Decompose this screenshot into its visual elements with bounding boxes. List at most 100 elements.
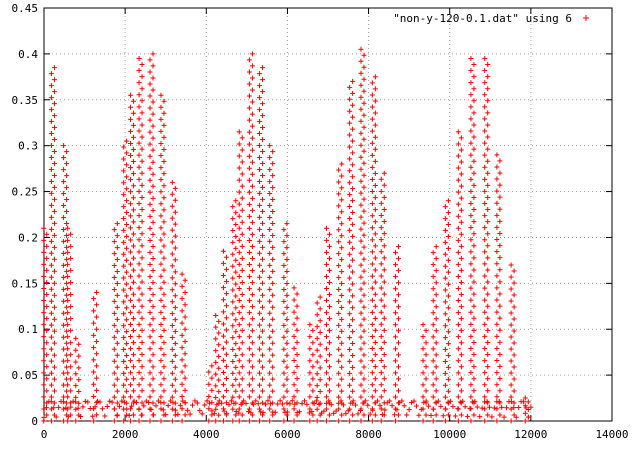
- data-point: [369, 164, 375, 170]
- data-point: [508, 310, 514, 316]
- data-point: [41, 370, 47, 376]
- data-point: [442, 239, 448, 245]
- data-point: [179, 332, 185, 338]
- data-point: [317, 306, 323, 312]
- data-point: [246, 141, 252, 147]
- data-point: [246, 177, 252, 183]
- data-point: [381, 182, 387, 188]
- data-point: [249, 352, 255, 358]
- data-point: [48, 238, 54, 244]
- data-point: [281, 286, 287, 292]
- data-point: [114, 328, 120, 334]
- data-point: [150, 256, 156, 262]
- data-point: [482, 382, 488, 388]
- data-point-peak: [291, 285, 297, 291]
- data-point: [236, 394, 242, 400]
- data-point: [291, 333, 297, 339]
- data-point: [114, 304, 120, 310]
- data-point: [223, 327, 229, 333]
- data-point: [445, 269, 451, 275]
- data-point: [270, 256, 276, 262]
- data-point: [433, 364, 439, 370]
- data-point: [249, 123, 255, 129]
- data-point: [257, 370, 263, 376]
- data-point: [267, 262, 273, 268]
- data-point: [165, 403, 171, 409]
- data-point: [65, 237, 71, 243]
- data-point: [310, 340, 316, 346]
- data-point: [128, 104, 134, 110]
- data-point: [471, 182, 477, 188]
- data-point: [51, 292, 57, 298]
- data-point: [392, 250, 398, 256]
- data-point: [455, 334, 461, 340]
- data-point: [51, 77, 57, 83]
- data-point: [482, 104, 488, 110]
- data-point: [150, 340, 156, 346]
- data-point: [94, 363, 100, 369]
- data-point: [378, 225, 384, 231]
- data-point: [482, 225, 488, 231]
- data-point: [169, 191, 175, 197]
- data-point: [161, 352, 167, 358]
- data-point: [260, 184, 266, 190]
- data-point: [339, 376, 345, 382]
- data-point: [428, 413, 434, 419]
- data-point: [284, 409, 290, 415]
- data-point: [257, 178, 263, 184]
- data-point: [257, 71, 263, 77]
- data-point: [369, 370, 375, 376]
- data-point: [494, 321, 500, 327]
- data-point: [406, 407, 412, 413]
- y-tick-label: 0.15: [12, 277, 39, 290]
- data-point: [111, 263, 117, 269]
- data-point: [433, 376, 439, 382]
- data-point-peak: [468, 55, 474, 61]
- data-point: [445, 257, 451, 263]
- data-point: [48, 214, 54, 220]
- data-point: [508, 274, 514, 280]
- data-point: [347, 287, 353, 293]
- data-point: [382, 407, 388, 413]
- data-point: [233, 341, 239, 347]
- data-point: [358, 346, 364, 352]
- data-point: [260, 113, 266, 119]
- data-point: [213, 371, 219, 377]
- data-point: [220, 309, 226, 315]
- data-point: [272, 409, 278, 415]
- data-point: [64, 185, 70, 191]
- data-point: [51, 196, 57, 202]
- data-point: [158, 309, 164, 315]
- data-point: [61, 203, 67, 209]
- data-point: [246, 153, 252, 159]
- data-point: [310, 352, 316, 358]
- data-point: [297, 409, 303, 415]
- data-point: [378, 358, 384, 364]
- data-point: [91, 369, 97, 375]
- data-point: [369, 358, 375, 364]
- data-point: [482, 80, 488, 86]
- data-point: [104, 404, 110, 410]
- data-point: [485, 243, 491, 249]
- data-point: [249, 183, 255, 189]
- data-point: [404, 412, 410, 418]
- data-point: [161, 134, 167, 140]
- data-point: [347, 370, 353, 376]
- data-point: [378, 321, 384, 327]
- data-point: [51, 160, 57, 166]
- data-point: [230, 239, 236, 245]
- data-point: [206, 394, 212, 400]
- data-point: [458, 292, 464, 298]
- data-point: [136, 394, 142, 400]
- data-point: [76, 341, 82, 347]
- data-point-peak: [494, 152, 500, 158]
- data-point: [442, 204, 448, 210]
- data-point: [260, 400, 266, 406]
- data-point: [131, 291, 137, 297]
- data-point: [48, 83, 54, 89]
- data-point: [508, 346, 514, 352]
- data-point: [51, 304, 57, 310]
- data-point: [468, 128, 474, 134]
- data-point: [468, 382, 474, 388]
- data-point: [179, 320, 185, 326]
